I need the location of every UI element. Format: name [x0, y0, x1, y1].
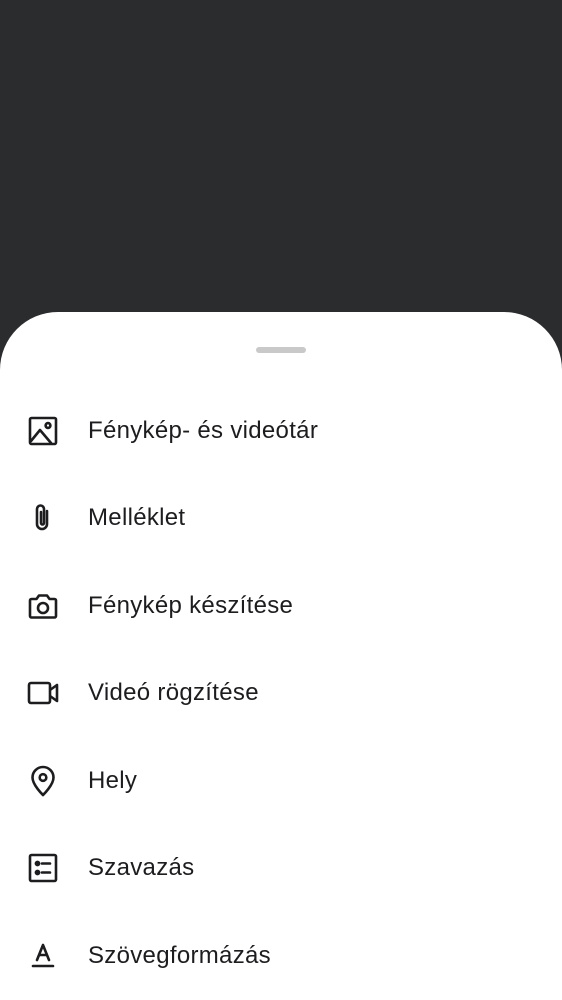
location-pin-icon [26, 764, 60, 798]
menu-item-label: Fénykép készítése [88, 591, 294, 619]
menu-item-label: Fénykép- és videótár [88, 416, 319, 444]
menu-item-location[interactable]: Hely [0, 737, 562, 825]
menu-item-label: Hely [88, 766, 138, 794]
menu-item-label: Videó rögzítése [88, 679, 259, 707]
menu-item-take-photo[interactable]: Fénykép készítése [0, 562, 562, 650]
menu-item-poll[interactable]: Szavazás [0, 825, 562, 913]
text-format-icon [26, 939, 60, 973]
menu-item-text-formatting[interactable]: Szövegformázás [0, 912, 562, 1000]
poll-icon [26, 851, 60, 885]
camera-icon [26, 589, 60, 623]
videocam-icon [26, 676, 60, 710]
paperclip-icon [26, 501, 60, 535]
attachment-bottom-sheet: Fénykép- és videótár Melléklet Fénykép k… [0, 312, 562, 1000]
menu-item-label: Szövegformázás [88, 941, 271, 969]
menu-item-label: Melléklet [88, 504, 186, 532]
drag-handle[interactable] [256, 347, 306, 353]
menu-item-label: Szavazás [88, 854, 195, 882]
attachment-menu: Fénykép- és videótár Melléklet Fénykép k… [0, 387, 562, 1000]
menu-item-gallery[interactable]: Fénykép- és videótár [0, 387, 562, 475]
image-icon [26, 414, 60, 448]
menu-item-record-video[interactable]: Videó rögzítése [0, 650, 562, 738]
menu-item-attachment[interactable]: Melléklet [0, 475, 562, 563]
